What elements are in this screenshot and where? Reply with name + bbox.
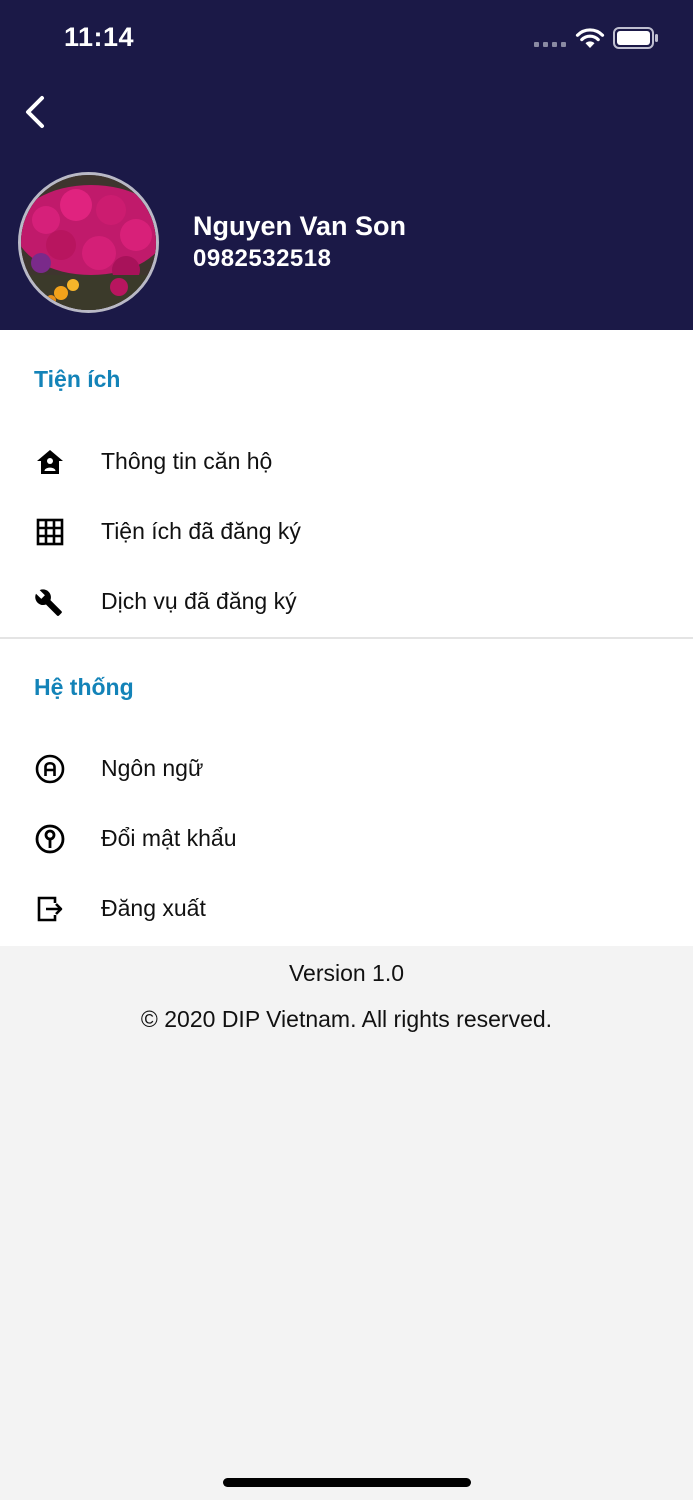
back-button[interactable]	[16, 90, 56, 134]
menu-item-label: Đăng xuất	[101, 895, 206, 921]
menu-item-label: Thông tin căn hộ	[101, 448, 273, 474]
section-divider	[0, 637, 693, 639]
menu-panel: Tiện ích Thông tin căn hộ Tiện ích đã đă…	[0, 330, 693, 946]
copyright-label: © 2020 DIP Vietnam. All rights reserved.	[140, 1006, 553, 1032]
grid-icon	[36, 518, 64, 546]
menu-item-change-password[interactable]: Đổi mật khẩu	[0, 807, 693, 871]
battery-icon	[613, 27, 658, 49]
status-time: 11:14	[64, 22, 135, 52]
menu-item-registered-services[interactable]: Dịch vụ đã đăng ký	[0, 570, 693, 634]
signal-icon	[534, 42, 566, 48]
wrench-icon	[35, 589, 62, 616]
menu-item-language[interactable]: Ngôn ngữ	[0, 737, 693, 801]
section-title-utilities: Tiện ích	[34, 366, 121, 392]
menu-item-apartment-info[interactable]: Thông tin căn hộ	[0, 430, 693, 494]
profile-header: 11:14 Nguyen Van Son 0982532518	[0, 0, 693, 330]
menu-item-label: Đổi mật khẩu	[101, 825, 237, 851]
home-indicator[interactable]	[223, 1478, 471, 1487]
menu-item-label: Ngôn ngữ	[101, 755, 204, 781]
user-phone: 0982532518	[193, 245, 332, 272]
menu-item-registered-utilities[interactable]: Tiện ích đã đăng ký	[0, 500, 693, 564]
version-label: Version 1.0	[288, 960, 405, 986]
menu-item-label: Dịch vụ đã đăng ký	[101, 588, 297, 614]
menu-item-label: Tiện ích đã đăng ký	[101, 518, 301, 544]
home-account-icon	[37, 450, 63, 474]
flower-photo	[21, 175, 156, 310]
section-title-system: Hệ thống	[34, 674, 134, 700]
logout-icon	[37, 896, 63, 922]
user-name: Nguyen Van Son	[193, 211, 407, 241]
avatar[interactable]	[18, 172, 159, 313]
menu-item-logout[interactable]: Đăng xuất	[0, 877, 693, 941]
language-icon	[35, 754, 65, 784]
wifi-icon	[575, 28, 605, 48]
key-icon	[35, 824, 65, 854]
